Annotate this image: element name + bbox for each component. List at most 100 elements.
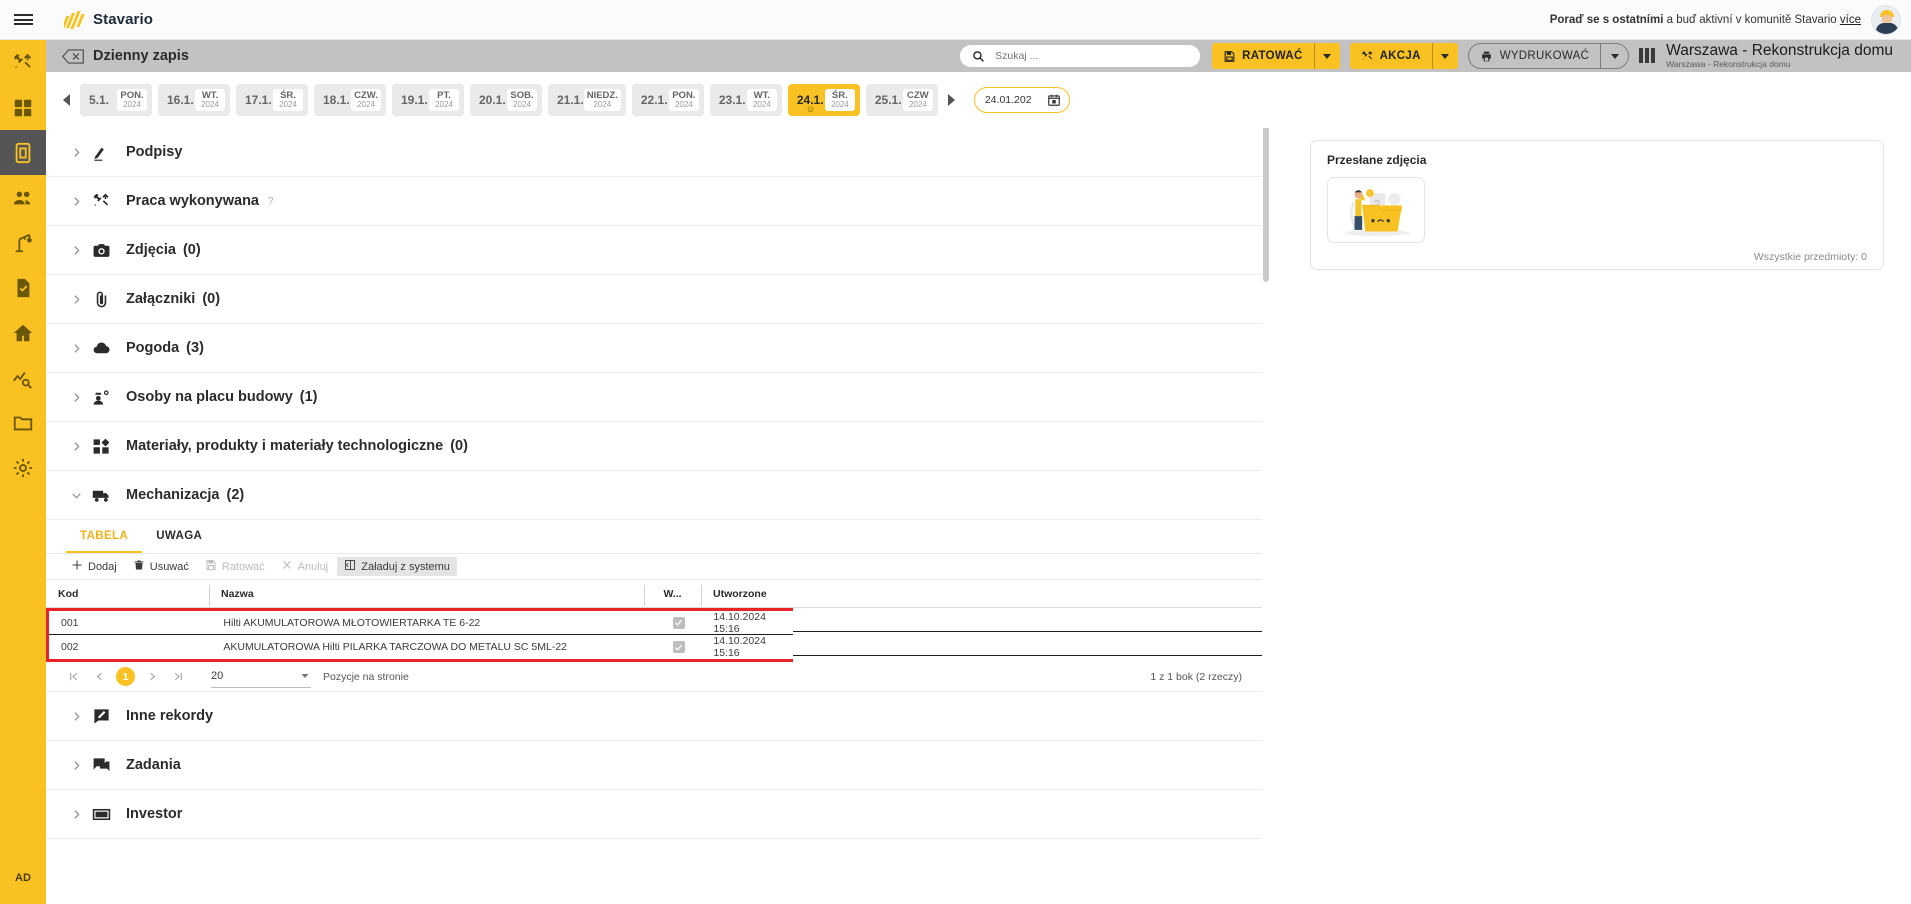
action-dropdown-button[interactable]: [1431, 43, 1458, 69]
chevron-right-icon[interactable]: [70, 710, 92, 723]
section-row-zadania[interactable]: Zadania: [46, 741, 1262, 790]
search-input[interactable]: [993, 49, 1189, 63]
day-number: 20.1.: [479, 93, 506, 107]
section-row-za-czniki[interactable]: Załączniki (0): [46, 275, 1262, 324]
action-button[interactable]: AKCJA: [1349, 43, 1432, 69]
chevron-right-icon[interactable]: [70, 293, 92, 306]
tab-uwaga[interactable]: UWAGA: [142, 520, 216, 553]
toolbar-button-dodaj[interactable]: Dodaj: [64, 557, 124, 576]
promo-rest-text: a buď aktivní v komunitě Stavario: [1663, 13, 1840, 26]
day-cell-161[interactable]: 16.1. WT. 2024: [158, 84, 230, 116]
prev-days-button[interactable]: [58, 89, 74, 111]
column-header-utworzone[interactable]: Utworzone: [701, 584, 793, 606]
save-dropdown-button[interactable]: [1313, 43, 1340, 69]
section-row-materia-y-produkty-i-materia-y-technologiczne[interactable]: Materiały, produkty i materiały technolo…: [46, 422, 1262, 471]
day-cell-191[interactable]: 19.1. PT. 2024: [392, 84, 464, 116]
table-row[interactable]: 001 Hilti AKUMULATOROWA MŁOTOWIERTARKA TE…: [49, 611, 793, 635]
save-button[interactable]: RATOWAĆ: [1212, 43, 1314, 69]
sidebar-item-machines[interactable]: [0, 220, 46, 265]
section-help-icon[interactable]: ?: [268, 196, 274, 207]
empty-folder-illustration[interactable]: ? !: [1327, 177, 1425, 243]
search-box[interactable]: [960, 45, 1201, 67]
column-header-w[interactable]: W...: [644, 584, 701, 606]
toolbar-button-usuwa[interactable]: Usuwać: [126, 557, 196, 576]
last-page-button[interactable]: [165, 664, 191, 690]
table-body-rest: [793, 608, 1262, 656]
next-page-button[interactable]: [139, 664, 165, 690]
day-number: 22.1.: [640, 93, 668, 107]
section-row-osoby-na-placu-budowy[interactable]: Osoby na placu budowy (1): [46, 373, 1262, 422]
page-size-select[interactable]: 20: [211, 666, 311, 688]
tab-tabela[interactable]: TABELA: [66, 520, 143, 553]
chevron-right-icon[interactable]: [70, 195, 92, 208]
table-row[interactable]: 002 AKUMULATOROWA Hilti PILARKA TARCZOWA …: [49, 635, 793, 659]
chevron-down-icon[interactable]: [70, 489, 92, 502]
close-icon: [281, 559, 293, 574]
day-cell-211[interactable]: 21.1. NIEDZ. 2024: [548, 84, 626, 116]
print-button[interactable]: WYDRUKOWAĆ: [1467, 43, 1602, 69]
section-row-zdj-cia[interactable]: Zdjęcia (0): [46, 226, 1262, 275]
chevron-right-icon[interactable]: [70, 440, 92, 453]
promo-more-link[interactable]: více: [1840, 14, 1861, 26]
chevron-right-icon[interactable]: [70, 391, 92, 404]
next-days-button[interactable]: [944, 89, 960, 111]
sidebar-item-settings[interactable]: [0, 445, 46, 490]
main-scrollbar[interactable]: [1262, 72, 1270, 904]
sidebar-item-home[interactable]: [0, 310, 46, 355]
day-cell-181[interactable]: 18.1. CZW. 2024: [314, 84, 386, 116]
sidebar-item-folder[interactable]: [0, 400, 46, 445]
checkbox-checked[interactable]: [672, 641, 685, 653]
calendar-icon[interactable]: [1047, 93, 1061, 107]
day-cell-241[interactable]: 24.1. ŚR. 2024 ☺: [787, 84, 860, 116]
section-label: Investor: [126, 806, 183, 822]
checkbox-checked[interactable]: [672, 616, 685, 629]
avatar-body: [1876, 22, 1898, 34]
chevron-right-icon[interactable]: [70, 342, 92, 355]
avatar[interactable]: [1871, 4, 1901, 35]
page-size-value: 20: [211, 670, 224, 682]
section-row-inne-rekordy[interactable]: Inne rekordy: [46, 692, 1262, 741]
first-page-button[interactable]: [60, 664, 86, 690]
section-row-investor[interactable]: Investor: [46, 790, 1262, 839]
columns-icon[interactable]: [1639, 48, 1656, 64]
day-dow-box: PT. 2024: [429, 88, 459, 112]
sidebar-item-diary[interactable]: [0, 130, 46, 175]
search-icon: [972, 50, 985, 63]
menu-toggle-button[interactable]: [0, 0, 46, 40]
date-picker-value: 24.01.202: [984, 94, 1032, 106]
sidebar-item-dashboard[interactable]: [0, 85, 46, 130]
day-cell-171[interactable]: 17.1. ŚR. 2024: [236, 84, 308, 116]
close-icon[interactable]: [62, 48, 84, 64]
section-row-mechanizacja[interactable]: Mechanizacja (2): [46, 471, 1262, 520]
section-row-podpisy[interactable]: Podpisy: [46, 128, 1262, 177]
section-count: (1): [299, 389, 318, 405]
day-cell-251[interactable]: 25.1. CZW 2024: [865, 84, 938, 116]
current-page-button[interactable]: 1: [116, 667, 135, 686]
sidebar-item-tools[interactable]: [0, 40, 46, 85]
chevron-right-icon[interactable]: [70, 244, 92, 257]
toolbar-button-za-aduj-z-systemu[interactable]: Załaduj z systemu: [337, 557, 457, 576]
sidebar-item-employees[interactable]: [0, 175, 46, 220]
section-label: Osoby na placu budowy: [126, 389, 293, 405]
column-header-kod[interactable]: Kod: [46, 588, 209, 600]
chevron-right-icon[interactable]: [70, 808, 92, 821]
sidebar-user-badge[interactable]: AD: [11, 866, 35, 890]
day-cell-201[interactable]: 20.1. SOB. 2024: [470, 84, 542, 116]
date-picker-input[interactable]: 24.01.202: [973, 87, 1070, 113]
print-dropdown-button[interactable]: [1601, 43, 1630, 69]
day-cell-231[interactable]: 23.1. WT. 2024: [709, 84, 782, 116]
sidebar-item-reports[interactable]: [0, 355, 46, 400]
brand-logo[interactable]: Stavario: [64, 10, 153, 29]
column-header-nazwa[interactable]: Nazwa: [209, 584, 644, 606]
prev-page-button[interactable]: [86, 664, 112, 690]
chevron-right-icon[interactable]: [70, 759, 92, 772]
chevron-right-icon[interactable]: [70, 146, 92, 159]
day-cell-221[interactable]: 22.1. PON. 2024: [631, 84, 704, 116]
empty-folder-icon: ? !: [1345, 189, 1410, 237]
day-cell-51[interactable]: 5.1. PON. 2024: [80, 84, 152, 116]
section-row-praca-wykonywana[interactable]: Praca wykonywana?: [46, 177, 1262, 226]
section-row-pogoda[interactable]: Pogoda (3): [46, 324, 1262, 373]
project-header[interactable]: Warszawa - Rekonstrukcja domu Warszawa -…: [1639, 42, 1893, 69]
sidebar-item-documents-check[interactable]: [0, 265, 46, 310]
day-year: 2024: [357, 100, 375, 110]
